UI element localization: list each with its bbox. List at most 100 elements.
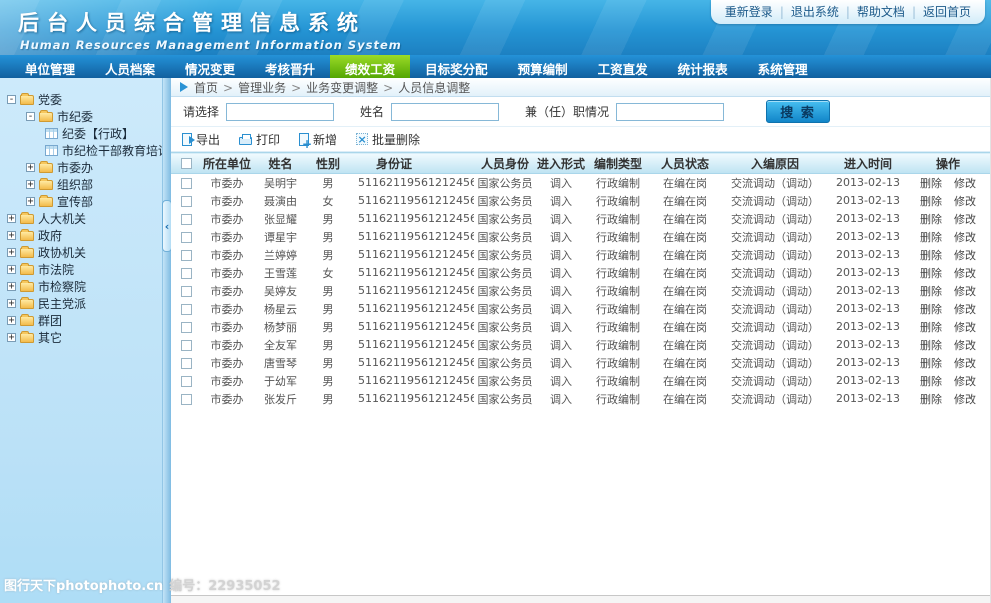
edit-link[interactable]: 修改 <box>954 339 976 352</box>
search-button[interactable]: 搜 索 <box>766 100 830 123</box>
delete-link[interactable]: 删除 <box>920 393 942 406</box>
toolbar-batch-delete-button[interactable]: ×批量删除 <box>356 131 420 148</box>
row-checkbox[interactable] <box>181 268 192 279</box>
tree-item[interactable]: -市纪委 <box>0 108 162 125</box>
menu-item[interactable]: 人员档案 <box>90 55 170 78</box>
delete-link[interactable]: 删除 <box>920 285 942 298</box>
tree-toggle-icon[interactable]: + <box>7 248 16 257</box>
search-input[interactable] <box>226 103 334 121</box>
tree-item[interactable]: +市委办 <box>0 159 162 176</box>
quick-link[interactable]: 返回首页 <box>923 5 971 19</box>
breadcrumb-item[interactable]: 人员信息调整 <box>398 81 470 95</box>
row-checkbox[interactable] <box>181 214 192 225</box>
delete-link[interactable]: 删除 <box>920 357 942 370</box>
search-input[interactable] <box>616 103 724 121</box>
menu-item[interactable]: 目标奖分配 <box>410 55 503 78</box>
menu-item[interactable]: 绩效工资 <box>330 55 410 78</box>
menu-item[interactable]: 系统管理 <box>743 55 823 78</box>
tree-item[interactable]: +政府 <box>0 227 162 244</box>
tree-toggle-icon[interactable]: + <box>26 180 35 189</box>
tree-item[interactable]: +政协机关 <box>0 244 162 261</box>
menu-item[interactable]: 预算编制 <box>503 55 583 78</box>
tree-toggle-icon[interactable]: - <box>7 95 16 104</box>
row-checkbox[interactable] <box>181 322 192 333</box>
edit-link[interactable]: 修改 <box>954 375 976 388</box>
delete-link[interactable]: 删除 <box>920 249 942 262</box>
edit-link[interactable]: 修改 <box>954 195 976 208</box>
folder-icon <box>39 163 53 173</box>
app-subtitle: Human Resources Management Information S… <box>0 38 991 52</box>
tree-item[interactable]: +组织部 <box>0 176 162 193</box>
edit-link[interactable]: 修改 <box>954 213 976 226</box>
tree-toggle-icon[interactable]: + <box>7 231 16 240</box>
menu-item[interactable]: 情况变更 <box>170 55 250 78</box>
toolbar-export-button[interactable]: 导出 <box>182 131 220 148</box>
menu-item[interactable]: 考核晋升 <box>250 55 330 78</box>
delete-link[interactable]: 删除 <box>920 321 942 334</box>
tree-item[interactable]: +市检察院 <box>0 278 162 295</box>
edit-link[interactable]: 修改 <box>954 321 976 334</box>
row-checkbox[interactable] <box>181 286 192 297</box>
tree-item[interactable]: +市法院 <box>0 261 162 278</box>
row-checkbox[interactable] <box>181 250 192 261</box>
row-checkbox[interactable] <box>181 232 192 243</box>
tree-toggle-icon[interactable]: + <box>7 282 16 291</box>
quick-link[interactable]: 退出系统 <box>791 5 839 19</box>
tree-toggle-icon[interactable]: + <box>7 316 16 325</box>
delete-link[interactable]: 删除 <box>920 177 942 190</box>
row-checkbox[interactable] <box>181 394 192 405</box>
edit-link[interactable]: 修改 <box>954 267 976 280</box>
edit-link[interactable]: 修改 <box>954 285 976 298</box>
cell-gender: 女 <box>308 192 348 210</box>
tree-item[interactable]: +民主党派 <box>0 295 162 312</box>
cell-name: 吴婷友 <box>253 282 308 300</box>
delete-link[interactable]: 删除 <box>920 231 942 244</box>
tree-item[interactable]: +人大机关 <box>0 210 162 227</box>
breadcrumb-item[interactable]: 首页 <box>194 81 218 95</box>
tree-item[interactable]: 纪委【行政】 <box>0 125 162 142</box>
delete-link[interactable]: 删除 <box>920 267 942 280</box>
folder-icon <box>39 180 53 190</box>
row-checkbox[interactable] <box>181 376 192 387</box>
edit-link[interactable]: 修改 <box>954 393 976 406</box>
select-all-checkbox[interactable] <box>181 158 192 169</box>
row-checkbox[interactable] <box>181 196 192 207</box>
row-checkbox[interactable] <box>181 304 192 315</box>
toolbar-add-button[interactable]: 新增 <box>299 131 337 148</box>
tree-toggle-icon[interactable]: - <box>26 112 35 121</box>
tree-toggle-icon[interactable]: + <box>26 197 35 206</box>
tree-item[interactable]: +群团 <box>0 312 162 329</box>
delete-link[interactable]: 删除 <box>920 339 942 352</box>
tree-item[interactable]: -党委 <box>0 91 162 108</box>
tree-toggle-icon[interactable]: + <box>7 333 16 342</box>
delete-link[interactable]: 删除 <box>920 195 942 208</box>
row-checkbox[interactable] <box>181 178 192 189</box>
tree-toggle-icon[interactable]: + <box>7 214 16 223</box>
delete-link[interactable]: 删除 <box>920 213 942 226</box>
menu-item[interactable]: 统计报表 <box>663 55 743 78</box>
tree-toggle-icon[interactable]: + <box>7 299 16 308</box>
delete-link[interactable]: 删除 <box>920 375 942 388</box>
edit-link[interactable]: 修改 <box>954 177 976 190</box>
search-input[interactable] <box>391 103 499 121</box>
sidebar-splitter[interactable]: ‹ <box>162 78 171 603</box>
edit-link[interactable]: 修改 <box>954 231 976 244</box>
edit-link[interactable]: 修改 <box>954 357 976 370</box>
breadcrumb-item[interactable]: 业务变更调整 <box>306 81 378 95</box>
breadcrumb-item[interactable]: 管理业务 <box>238 81 286 95</box>
menu-item[interactable]: 工资直发 <box>583 55 663 78</box>
edit-link[interactable]: 修改 <box>954 249 976 262</box>
quick-link[interactable]: 重新登录 <box>725 5 773 19</box>
tree-item[interactable]: +其它 <box>0 329 162 346</box>
edit-link[interactable]: 修改 <box>954 303 976 316</box>
toolbar-print-button[interactable]: 打印 <box>239 131 280 148</box>
tree-item[interactable]: +宣传部 <box>0 193 162 210</box>
delete-link[interactable]: 删除 <box>920 303 942 316</box>
tree-item[interactable]: 市纪检干部教育培训中心 <box>0 142 162 159</box>
menu-item[interactable]: 单位管理 <box>10 55 90 78</box>
quick-link[interactable]: 帮助文档 <box>857 5 905 19</box>
row-checkbox[interactable] <box>181 358 192 369</box>
row-checkbox[interactable] <box>181 340 192 351</box>
tree-toggle-icon[interactable]: + <box>7 265 16 274</box>
tree-toggle-icon[interactable]: + <box>26 163 35 172</box>
